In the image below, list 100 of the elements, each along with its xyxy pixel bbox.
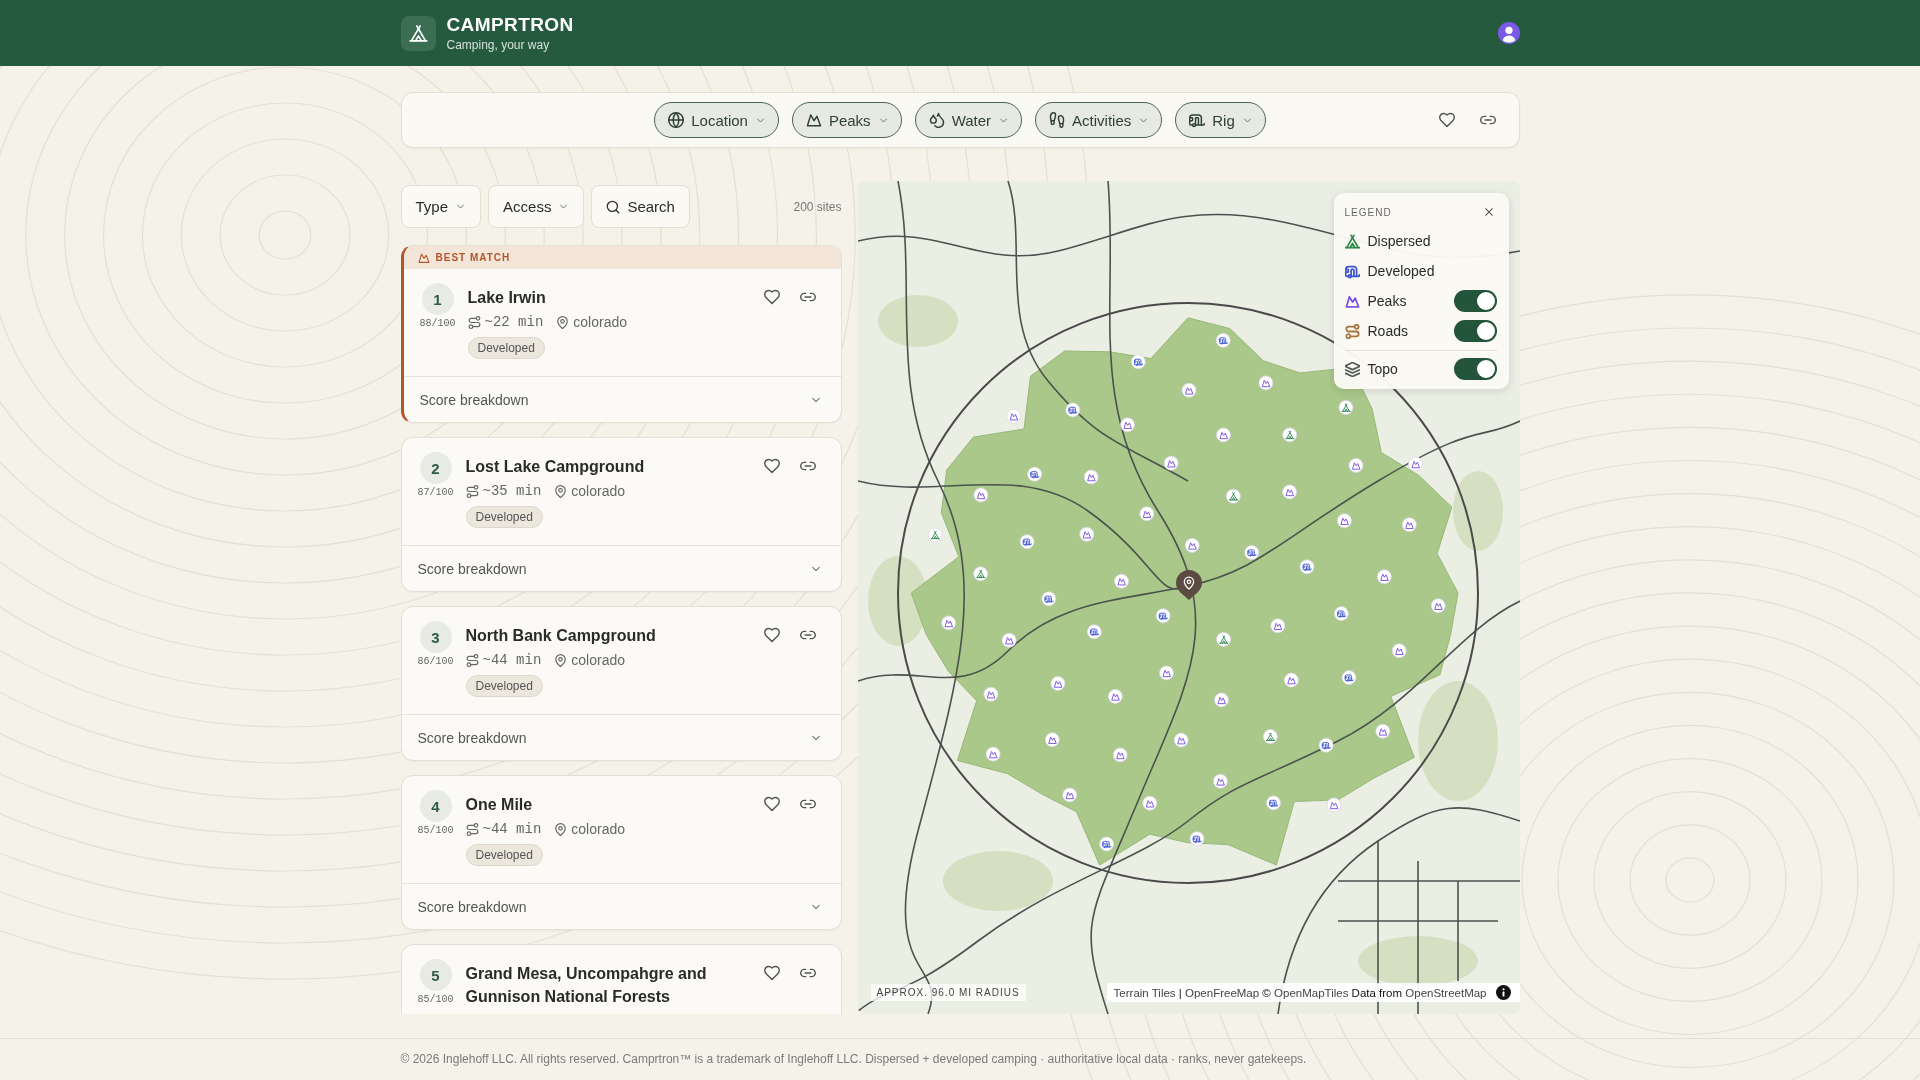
globe-icon <box>668 112 685 128</box>
tent-marker-icon[interactable] <box>1225 488 1241 504</box>
camper-marker-icon[interactable] <box>1265 795 1281 811</box>
list-filter-dropdown[interactable]: Access <box>488 185 585 228</box>
attribution-link[interactable]: Terrain Tiles <box>1113 986 1176 999</box>
site-name[interactable]: North Bank Campground <box>465 624 746 647</box>
camper-marker-icon[interactable] <box>1189 831 1204 847</box>
camper-marker-icon[interactable] <box>1243 545 1259 560</box>
layer-toggle-switch[interactable] <box>1453 320 1497 342</box>
camper-marker-icon[interactable] <box>1026 466 1042 482</box>
result-card[interactable]: 5 85/100 Grand Mesa, Uncompahgre and Gunnison National Forests <box>400 944 842 1014</box>
peak-marker-icon[interactable] <box>1401 517 1417 533</box>
tent-marker-icon[interactable] <box>972 566 988 582</box>
peak-marker-icon[interactable] <box>1061 787 1077 803</box>
tent-marker-icon[interactable] <box>927 527 942 543</box>
peak-marker-icon[interactable] <box>1141 795 1157 811</box>
tent-marker-icon[interactable] <box>1262 729 1278 744</box>
peak-marker-icon[interactable] <box>1430 598 1446 614</box>
camper-marker-icon[interactable] <box>1130 354 1146 370</box>
score-breakdown-toggle[interactable]: Score breakdown <box>403 376 841 422</box>
list-filter-dropdown[interactable]: Type <box>400 185 482 228</box>
search-button[interactable]: Search <box>591 185 690 228</box>
peak-marker-icon[interactable] <box>985 746 1000 762</box>
peak-marker-icon[interactable] <box>940 615 956 631</box>
best-match-label: BEST MATCH <box>435 252 511 263</box>
user-avatar-icon[interactable] <box>1497 22 1520 44</box>
camper-marker-icon[interactable] <box>1341 670 1356 685</box>
peak-marker-icon[interactable] <box>973 487 988 503</box>
score-breakdown-toggle[interactable]: Score breakdown <box>401 714 841 760</box>
filter-dropdown[interactable]: Activities <box>1035 102 1163 138</box>
result-card[interactable]: 4 85/100 One Mile ~44 min colorado Developed Score breakdown <box>400 775 842 930</box>
peak-marker-icon[interactable] <box>1269 618 1285 634</box>
peak-marker-icon[interactable] <box>1005 408 1021 424</box>
attribution-link[interactable]: OpenFreeMap <box>1185 986 1260 999</box>
peak-marker-icon[interactable] <box>1215 427 1231 443</box>
peak-marker-icon[interactable] <box>1213 692 1229 708</box>
tent-logo-icon[interactable] <box>400 15 436 51</box>
peak-marker-icon[interactable] <box>1212 773 1228 789</box>
camper-marker-icon[interactable] <box>1040 591 1056 607</box>
camper-marker-icon[interactable] <box>1064 402 1080 418</box>
camper-marker-icon[interactable] <box>1155 608 1170 624</box>
filter-dropdown[interactable]: Peaks <box>791 102 902 138</box>
peak-marker-icon[interactable] <box>1374 723 1390 739</box>
result-card[interactable]: 3 86/100 North Bank Campground ~44 min colorado Developed Score breakdown <box>400 606 842 761</box>
score-breakdown-toggle[interactable]: Score breakdown <box>401 545 841 591</box>
camper-marker-icon[interactable] <box>1019 534 1034 550</box>
peak-marker-icon[interactable] <box>1376 569 1392 585</box>
peak-marker-icon[interactable] <box>1391 643 1407 659</box>
drive-time: ~35 min <box>482 483 542 499</box>
peak-marker-icon[interactable] <box>1163 455 1179 471</box>
peak-marker-icon[interactable] <box>1078 526 1094 542</box>
camper-marker-icon[interactable] <box>1098 836 1114 852</box>
site-name[interactable]: One Mile <box>465 793 746 816</box>
layer-toggle-switch[interactable] <box>1453 290 1497 312</box>
camper-marker-icon[interactable] <box>1215 333 1231 348</box>
peak-marker-icon[interactable] <box>1119 417 1135 433</box>
info-icon[interactable] <box>1495 985 1511 1000</box>
peak-marker-icon[interactable] <box>1283 672 1299 688</box>
peak-marker-icon[interactable] <box>983 686 998 702</box>
peak-marker-icon[interactable] <box>1348 458 1363 473</box>
score-breakdown-toggle[interactable]: Score breakdown <box>401 883 841 929</box>
peak-marker-icon[interactable] <box>1407 456 1423 472</box>
peak-marker-icon[interactable] <box>1113 573 1129 589</box>
peak-marker-icon[interactable] <box>1184 538 1200 553</box>
legend-label: Dispersed <box>1367 233 1431 249</box>
tent-marker-icon[interactable] <box>1338 400 1353 415</box>
peak-marker-icon[interactable] <box>1001 632 1016 648</box>
peak-marker-icon[interactable] <box>1107 689 1123 704</box>
filter-dropdown[interactable]: Water <box>914 102 1023 138</box>
location-pin-icon[interactable] <box>1175 570 1202 600</box>
result-card[interactable]: BEST MATCH 1 88/100 Lake Irwin ~22 min colorado Developed Score breakdown <box>400 245 842 423</box>
camper-marker-icon[interactable] <box>1299 559 1314 575</box>
peak-marker-icon[interactable] <box>1173 732 1189 748</box>
site-name[interactable]: Lost Lake Campground <box>465 455 746 478</box>
layer-toggle-switch[interactable] <box>1453 358 1497 380</box>
peak-marker-icon[interactable] <box>1258 375 1273 391</box>
map-view[interactable]: LEGEND Dispersed Developed Peaks Roads Topo APPROX. 96.0 MI RADIUS Terrain Tiles | OpenFreeMap © OpenMapTiles Data from OpenStreetMap <box>857 181 1520 1014</box>
peak-marker-icon[interactable] <box>1326 797 1341 813</box>
camper-marker-icon[interactable] <box>1086 624 1102 640</box>
camper-marker-icon[interactable] <box>1333 606 1349 621</box>
attribution-link[interactable]: OpenMapTiles <box>1274 986 1349 999</box>
peak-marker-icon[interactable] <box>1138 506 1154 522</box>
filter-dropdown[interactable]: Rig <box>1175 102 1266 138</box>
peak-marker-icon[interactable] <box>1158 665 1174 681</box>
tent-marker-icon[interactable] <box>1281 427 1297 443</box>
peak-marker-icon[interactable] <box>1050 676 1065 691</box>
site-name[interactable]: Grand Mesa, Uncompahgre and Gunnison National Forests <box>465 962 746 1008</box>
peak-marker-icon[interactable] <box>1083 469 1099 485</box>
peak-marker-icon[interactable] <box>1181 382 1196 398</box>
filter-dropdown[interactable]: Location <box>654 102 779 138</box>
peak-marker-icon[interactable] <box>1281 484 1297 500</box>
attribution-link[interactable]: OpenStreetMap <box>1405 986 1487 999</box>
route-icon <box>465 653 479 667</box>
tent-marker-icon[interactable] <box>1215 632 1231 647</box>
peak-marker-icon[interactable] <box>1336 513 1352 529</box>
site-name[interactable]: Lake Irwin <box>467 286 746 309</box>
peak-marker-icon[interactable] <box>1044 732 1060 748</box>
result-card[interactable]: 2 87/100 Lost Lake Campground ~35 min colorado Developed Score breakdown <box>400 437 842 592</box>
peak-marker-icon[interactable] <box>1112 747 1128 763</box>
camper-marker-icon[interactable] <box>1318 737 1333 753</box>
